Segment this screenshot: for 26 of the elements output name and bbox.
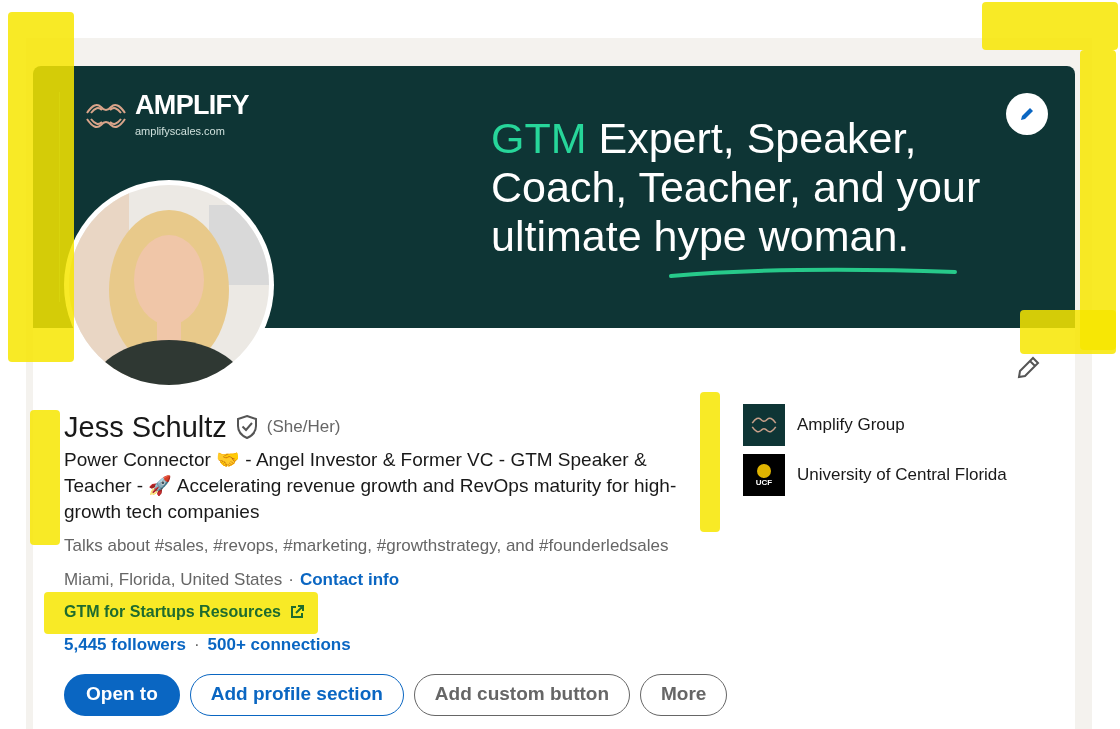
profile-action-button[interactable]: Add profile section [189, 673, 404, 716]
banner-headline: GTM Expert, Speaker, Coach, Teacher, and your ultimate hype woman. [491, 114, 981, 261]
pencil-icon[interactable] [1015, 355, 1041, 381]
profile-action-button[interactable]: More [640, 673, 728, 716]
profile-action-button[interactable]: Open to [64, 673, 180, 716]
profile-name: Jess Schultz [64, 410, 227, 445]
affiliation-name[interactable]: University of Central Florida [797, 462, 1007, 488]
followers-link[interactable]: 5,445 followers [64, 632, 186, 658]
edit-banner-button[interactable] [1006, 93, 1048, 135]
school-logo: UCF [743, 454, 785, 496]
location: Miami, Florida, United States [64, 568, 283, 591]
connections-link[interactable]: 500+ connections [207, 632, 351, 658]
contact-info-link[interactable]: Contact info [299, 566, 400, 592]
profile-headline: Power Connector 🤝 - Angel Investor & Former VC - GTM Speaker & Teacher - 🚀 Accelerating revenue growth and RevOps maturity for high-growth tech companies [64, 448, 678, 524]
affiliation-name[interactable]: Amplify Group [797, 412, 905, 438]
external-link-icon [288, 604, 305, 620]
pencil-icon [1018, 105, 1036, 123]
logo-wordmark: AMPLIFY [135, 92, 249, 119]
logo-url: amplifyscales.com [135, 124, 226, 139]
separator-dot: · [192, 634, 201, 656]
company-logo [743, 404, 785, 446]
profile-action-button[interactable]: Add custom button [413, 673, 630, 716]
separator-dot: · [287, 568, 295, 591]
website-link[interactable]: GTM for Startups Resources [64, 600, 305, 624]
pronouns: (She/Her) [266, 416, 341, 439]
talks-about: Talks about #sales, #revops, #marketing, #growthstrategy, and #founderledsales [64, 535, 670, 557]
